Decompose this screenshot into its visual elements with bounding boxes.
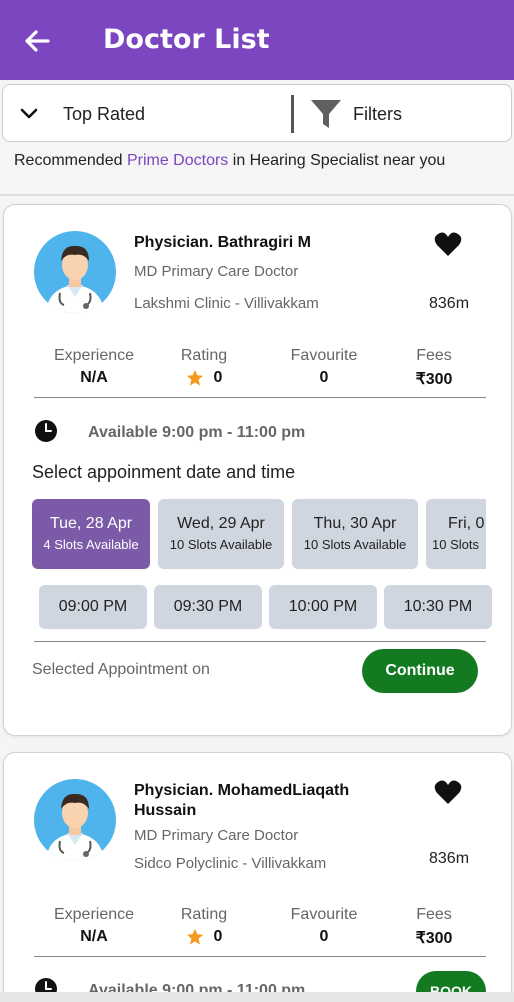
stat-value: 0	[319, 928, 329, 945]
stat-favourite: Favourite 0	[274, 347, 374, 387]
stat-value: 0	[164, 928, 244, 946]
date-label: Wed, 29 Apr	[177, 515, 265, 532]
time-slot-chip[interactable]: 09:30 PM	[154, 585, 262, 629]
page-title: Doctor List	[103, 24, 270, 55]
stat-label: Experience	[53, 906, 135, 923]
doctor-distance: 836m	[429, 850, 470, 867]
chevron-down-icon	[20, 108, 38, 119]
stat-label: Rating	[180, 906, 228, 923]
bottom-edge	[0, 992, 514, 1002]
stat-label: Experience	[53, 347, 135, 364]
slots-label: 10 Slots	[432, 537, 479, 552]
selected-appointment-label: Selected Appointment on	[32, 661, 210, 678]
funnel-icon	[311, 100, 341, 128]
doctor-distance: 836m	[429, 295, 470, 312]
stat-value: ₹300	[415, 930, 453, 947]
stat-value: 0	[164, 369, 244, 387]
doctor-card[interactable]: Physician. MohamedLiaqath Hussain MD Pri…	[3, 752, 512, 1002]
stat-label: Fees	[416, 906, 452, 923]
doctor-name: Physician. Bathragiri M	[134, 234, 311, 251]
card-divider	[34, 641, 486, 642]
prime-doctors-link[interactable]: Prime Doctors	[127, 152, 228, 169]
clock-icon	[35, 420, 57, 442]
stat-fees: Fees ₹300	[404, 906, 464, 948]
doctor-stats: Experience N/A Rating 0 Favourite 0 Fees…	[34, 906, 484, 956]
arrow-left-icon[interactable]	[22, 26, 52, 56]
stat-experience: Experience N/A	[34, 906, 154, 946]
doctor-name: Physician. MohamedLiaqath Hussain	[134, 782, 350, 819]
card-divider	[34, 956, 486, 957]
stat-rating: Rating 0	[164, 347, 244, 387]
stat-rating: Rating 0	[164, 906, 244, 946]
rating-value: 0	[213, 369, 223, 386]
doctor-stats: Experience N/A Rating 0 Favourite 0 Fees…	[34, 347, 484, 397]
select-appointment-title: Select appoinment date and time	[32, 462, 296, 482]
stat-value: 0	[319, 369, 329, 386]
doctor-avatar	[34, 779, 116, 861]
stat-value: N/A	[80, 369, 108, 386]
stat-value: N/A	[80, 928, 108, 945]
stat-favourite: Favourite 0	[274, 906, 374, 946]
heart-icon[interactable]	[434, 231, 462, 257]
slots-label: 10 Slots Available	[169, 537, 273, 552]
date-chip[interactable]: Fri, 0 10 Slots	[426, 499, 486, 569]
stat-label: Fees	[416, 347, 452, 364]
heart-icon[interactable]	[434, 779, 462, 805]
date-chip[interactable]: Tue, 28 Apr 4 Slots Available	[32, 499, 150, 569]
star-icon	[186, 928, 203, 945]
date-selector: Tue, 28 Apr 4 Slots Available Wed, 29 Ap…	[32, 499, 486, 571]
app-header: Doctor List	[0, 0, 514, 80]
sort-dropdown[interactable]: Top Rated	[19, 97, 145, 131]
recommendation-prefix: Recommended	[14, 152, 127, 169]
slots-label: 4 Slots Available	[43, 537, 139, 552]
doctor-clinic: Lakshmi Clinic - Villivakkam	[134, 295, 319, 312]
continue-button[interactable]: Continue	[362, 649, 478, 693]
stat-label: Favourite	[290, 347, 358, 364]
date-label: Thu, 30 Apr	[313, 515, 397, 532]
date-chip[interactable]: Thu, 30 Apr 10 Slots Available	[292, 499, 418, 569]
time-slot-chip[interactable]: 10:00 PM	[269, 585, 377, 629]
date-chip[interactable]: Wed, 29 Apr 10 Slots Available	[158, 499, 284, 569]
filters-label: Filters	[353, 103, 402, 124]
recommendation-suffix: in Hearing Specialist near you	[228, 152, 446, 169]
sort-label: Top Rated	[63, 103, 146, 124]
doctor-specialty: MD Primary Care Doctor	[134, 263, 299, 280]
slots-label: 10 Slots Available	[303, 537, 407, 552]
stat-label: Favourite	[290, 906, 358, 923]
stat-value: ₹300	[415, 371, 453, 388]
doctor-clinic: Sidco Polyclinic - Villivakkam	[134, 855, 327, 872]
recommendation-text: Recommended Prime Doctors in Hearing Spe…	[14, 152, 445, 170]
date-label: Fri, 0	[448, 515, 485, 532]
rating-value: 0	[213, 928, 223, 945]
date-label: Tue, 28 Apr	[49, 515, 133, 532]
stat-fees: Fees ₹300	[404, 347, 464, 389]
doctor-avatar	[34, 231, 116, 313]
doctor-specialty: MD Primary Care Doctor	[134, 827, 299, 844]
stat-experience: Experience N/A	[34, 347, 154, 387]
card-divider	[34, 397, 486, 398]
time-slot-chip[interactable]: 09:00 PM	[39, 585, 147, 629]
app-screen: Doctor List Top Rated Filters Recommende…	[0, 0, 514, 1002]
doctor-card[interactable]: Physician. Bathragiri M MD Primary Care …	[3, 204, 512, 736]
filter-divider	[291, 95, 294, 133]
section-divider	[0, 194, 514, 196]
time-slot-chip[interactable]: 10:30 PM	[384, 585, 492, 629]
filter-bar: Top Rated Filters	[2, 84, 512, 142]
stat-label: Rating	[180, 347, 228, 364]
filters-button[interactable]: Filters	[309, 97, 402, 131]
star-icon	[186, 369, 203, 386]
availability-text: Available 9:00 pm - 11:00 pm	[88, 424, 306, 441]
